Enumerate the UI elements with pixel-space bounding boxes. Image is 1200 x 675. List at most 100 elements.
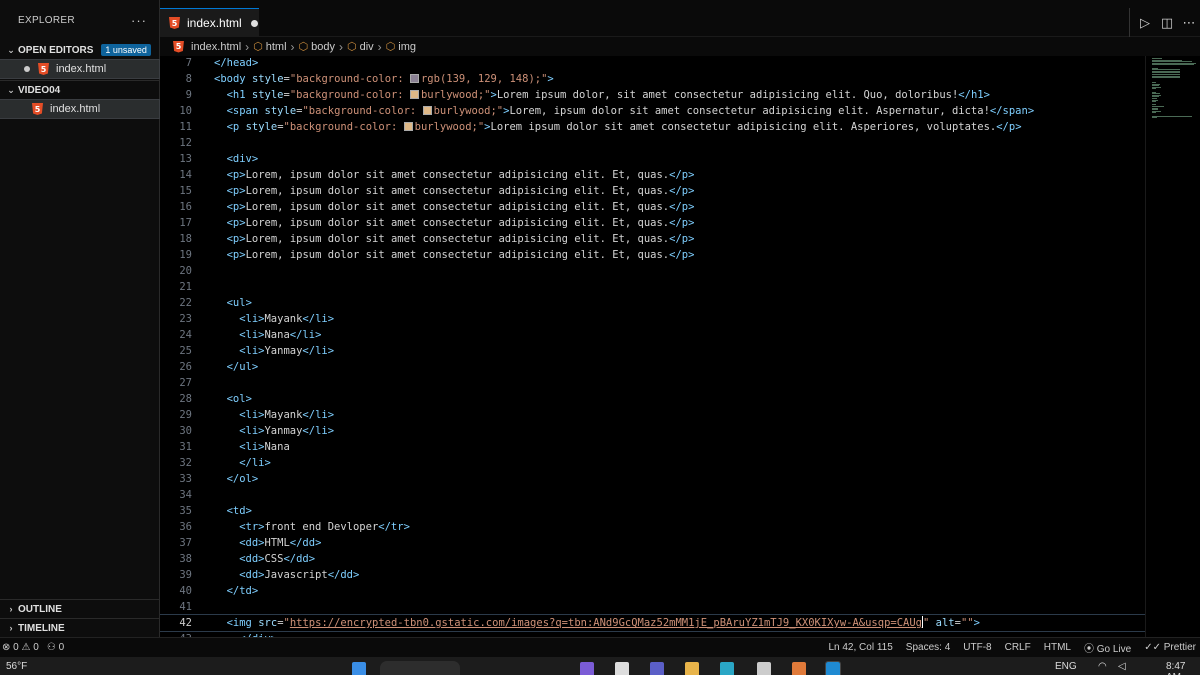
code-line[interactable]: 17 <p>Lorem, ipsum dolor sit amet consect…: [160, 215, 1145, 231]
unsaved-dot-icon[interactable]: [24, 66, 30, 72]
code-text: <p>Lorem, ipsum dolor sit amet consectet…: [226, 185, 695, 197]
code-line[interactable]: 30 <li>Yanmay</li>: [160, 423, 1145, 439]
code-line[interactable]: 38 <dd>CSS</dd>: [160, 551, 1145, 567]
teams-icon[interactable]: [650, 662, 664, 675]
code-line[interactable]: 8 <body style="background-color: rgb(139,…: [160, 71, 1145, 87]
windows-start-icon[interactable]: [352, 662, 366, 675]
code-text: <ol>: [226, 393, 252, 405]
code-line[interactable]: 26 </ul>: [160, 359, 1145, 375]
more-actions-icon[interactable]: ···: [131, 13, 147, 28]
code-line[interactable]: 31 <li>Nana: [160, 439, 1145, 455]
clock[interactable]: 8:47 AM: [1166, 661, 1200, 675]
code-text: <p>Lorem, ipsum dolor sit amet consectet…: [226, 217, 695, 229]
code-line[interactable]: 34: [160, 487, 1145, 503]
breadcrumb-item[interactable]: div: [360, 41, 374, 53]
taskbar-app-icon[interactable]: [615, 662, 629, 675]
color-swatch[interactable]: [403, 122, 413, 131]
breadcrumb-item[interactable]: html: [266, 41, 287, 53]
code-line[interactable]: 27: [160, 375, 1145, 391]
chevron-right-icon: ›: [377, 39, 382, 54]
code-line[interactable]: 20: [160, 263, 1145, 279]
code-line[interactable]: 32 </li>: [160, 455, 1145, 471]
problems-indicator[interactable]: ⊗ 0 ⚠ 0: [2, 642, 39, 653]
code-line[interactable]: 35 <td>: [160, 503, 1145, 519]
code-line[interactable]: 16 <p>Lorem, ipsum dolor sit amet consect…: [160, 199, 1145, 215]
html5-file-icon: 5: [38, 63, 49, 75]
run-icon[interactable]: ▷: [1134, 15, 1156, 31]
code-text: <dd>Javascript</dd>: [239, 569, 360, 581]
breadcrumb-item[interactable]: body: [311, 41, 335, 53]
code-line[interactable]: 39 <dd>Javascript</dd>: [160, 567, 1145, 583]
code-text: <li>Yanmay</li>: [239, 345, 335, 357]
code-line[interactable]: 14 <p>Lorem, ipsum dolor sit amet consect…: [160, 167, 1145, 183]
color-swatch[interactable]: [409, 90, 419, 99]
editor-tab[interactable]: 5 index.html: [160, 8, 259, 37]
breadcrumb-item[interactable]: index.html: [191, 41, 241, 53]
code-text: <ul>: [226, 297, 252, 309]
line-number: 12: [179, 137, 192, 149]
language-mode[interactable]: HTML: [1044, 642, 1071, 653]
code-line[interactable]: 25 <li>Yanmay</li>: [160, 343, 1145, 359]
vscode-icon[interactable]: [825, 661, 841, 675]
code-line[interactable]: 11 <p style="background-color: burlywood;…: [160, 119, 1145, 135]
color-swatch[interactable]: [422, 106, 432, 115]
code-line[interactable]: 15 <p>Lorem, ipsum dolor sit amet consect…: [160, 183, 1145, 199]
encoding[interactable]: UTF-8: [963, 642, 991, 653]
folder-section[interactable]: ⌄ VIDEO04: [0, 80, 159, 100]
code-line[interactable]: 24 <li>Nana</li>: [160, 327, 1145, 343]
wifi-icon[interactable]: ◠: [1098, 661, 1107, 672]
code-line[interactable]: 41: [160, 599, 1145, 615]
code-line[interactable]: 29 <li>Mayank</li>: [160, 407, 1145, 423]
chevron-right-icon: ›: [9, 623, 13, 633]
prettier-button[interactable]: ✓✓ Prettier: [1144, 642, 1196, 653]
file-explorer-icon[interactable]: [685, 662, 699, 675]
end-of-line[interactable]: CRLF: [1005, 642, 1031, 653]
code-line[interactable]: 37 <dd>HTML</dd>: [160, 535, 1145, 551]
code-editor[interactable]: 7 </head> 8 <body style="background-color: …: [160, 56, 1145, 637]
breadcrumb-item[interactable]: img: [398, 41, 416, 53]
open-editor-item[interactable]: 5 index.html: [0, 59, 160, 79]
prettier-label: Prettier: [1163, 642, 1196, 653]
code-line[interactable]: 33 </ol>: [160, 471, 1145, 487]
taskbar-app-icon[interactable]: [792, 662, 806, 675]
line-number: 34: [179, 489, 192, 501]
code-line[interactable]: 12: [160, 135, 1145, 151]
folder-file-item[interactable]: 5 index.html: [0, 99, 160, 119]
code-line[interactable]: 42 <img src="https://encrypted-tbn0.gstat…: [160, 614, 1145, 632]
unsaved-dot-icon[interactable]: [250, 19, 258, 27]
tab-file-name: index.html: [187, 16, 242, 30]
ports-indicator[interactable]: ⚇ 0: [47, 642, 64, 653]
minimap[interactable]: [1145, 56, 1200, 637]
code-line[interactable]: 40 </td>: [160, 583, 1145, 599]
code-line[interactable]: 10 <span style="background-color: burlywo…: [160, 103, 1145, 119]
split-editor-icon[interactable]: ◫: [1156, 15, 1178, 31]
code-line[interactable]: 21: [160, 279, 1145, 295]
cursor-position[interactable]: Ln 42, Col 115: [828, 642, 892, 653]
taskbar-app-icon[interactable]: [580, 662, 594, 675]
indentation[interactable]: Spaces: 4: [906, 642, 950, 653]
more-actions-icon[interactable]: ⋯: [1178, 15, 1200, 31]
input-language[interactable]: ENG: [1055, 661, 1077, 672]
taskbar-search[interactable]: [380, 661, 460, 675]
code-text: <p>Lorem, ipsum dolor sit amet consectet…: [226, 201, 695, 213]
code-line[interactable]: 22 <ul>: [160, 295, 1145, 311]
code-text: </li>: [239, 457, 271, 469]
edge-icon[interactable]: [720, 662, 734, 675]
code-line[interactable]: 19 <p>Lorem, ipsum dolor sit amet consect…: [160, 247, 1145, 263]
code-line[interactable]: 23 <li>Mayank</li>: [160, 311, 1145, 327]
outline-section[interactable]: › OUTLINE: [0, 599, 159, 618]
code-line[interactable]: 36 <tr>front end Devloper</tr>: [160, 519, 1145, 535]
broadcast-icon: ⚇: [46, 642, 56, 653]
code-line[interactable]: 7 </head>: [160, 56, 1145, 71]
open-editors-section[interactable]: ⌄ OPEN EDITORS 1 unsaved: [0, 40, 159, 60]
code-line[interactable]: 9 <h1 style="background-color: burlywood;…: [160, 87, 1145, 103]
color-swatch[interactable]: [409, 74, 419, 83]
code-line[interactable]: 18 <p>Lorem, ipsum dolor sit amet consect…: [160, 231, 1145, 247]
timeline-section[interactable]: › TIMELINE: [0, 618, 159, 637]
go-live-button[interactable]: ⦿ Go Live: [1084, 640, 1131, 655]
weather-temperature[interactable]: 56°F: [6, 661, 27, 672]
store-icon[interactable]: [757, 662, 771, 675]
volume-icon[interactable]: ◁: [1118, 661, 1126, 672]
code-line[interactable]: 13 <div>: [160, 151, 1145, 167]
code-line[interactable]: 28 <ol>: [160, 391, 1145, 407]
